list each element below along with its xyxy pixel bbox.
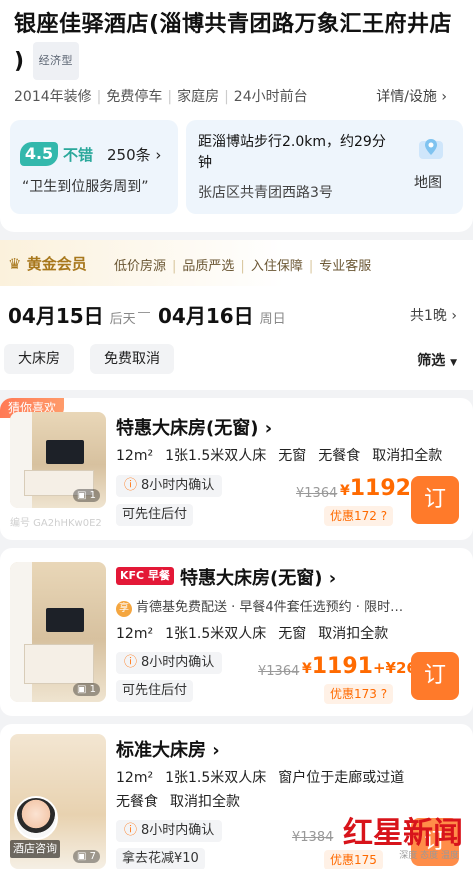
details-facilities-link[interactable]: 详情/设施 › [376, 86, 447, 106]
location-box[interactable]: 距淄博站步行2.0km，约29分钟 张店区共青团西路3号 地图 [186, 120, 463, 214]
help-icon: ? [380, 687, 388, 701]
chevron-right-icon: › [212, 740, 220, 761]
review-count: 250条 › [107, 146, 162, 164]
room-card[interactable]: ▣ 1 KFC 早餐 特惠大床房(无窗) › 享肯德基免费配送 · 早餐4件套任… [0, 548, 473, 716]
help-icon: ? [380, 509, 388, 523]
distance-text: 距淄博站步行2.0km，约29分钟 [198, 134, 386, 171]
book-button[interactable]: 订 [411, 652, 459, 700]
current-price: ¥1191+¥26 [302, 654, 417, 679]
rating-box[interactable]: 4.5 不错 250条 › “卫生到位服务周到” [10, 120, 178, 214]
photo-watermark: 编号 GA2hHKw0E2 [10, 518, 102, 529]
room-specs: 12m² 1张1.5米双人床 无窗 无餐食 取消扣全款 [116, 448, 443, 464]
chevron-right-icon: › [328, 568, 337, 589]
room-photo[interactable]: ▣ 1 [10, 412, 106, 508]
clock-icon: ⓘ [124, 655, 138, 670]
hotel-title: 银座佳驿酒店(淄博共青团路万象汇王府井店 ) 经济型 [14, 8, 469, 80]
logo-slogan: 深度 态度 温度 [399, 851, 459, 861]
benefit-item: 入住保障 [250, 259, 303, 274]
gift-icon: 享 [116, 601, 132, 617]
confirm-tag: ⓘ 8小时内确认 [116, 475, 223, 497]
benefit-item: 品质严选 [182, 259, 235, 274]
image-icon: ▣ [76, 490, 87, 501]
map-label[interactable]: 地图 [414, 172, 442, 192]
chevron-right-icon: › [264, 418, 273, 439]
red-star-news-logo: 红星新闻 [343, 816, 463, 851]
pay-later-tag: 可先住后付 [116, 680, 194, 702]
room-card[interactable]: 猜你喜欢 ▣ 1 编号 GA2hHKw0E2 特惠大床房(无窗) › 12m² 1… [0, 398, 473, 540]
photo-count: ▣ 7 [72, 850, 100, 863]
confirm-tag: ⓘ 8小时内确认 [116, 652, 223, 674]
filter-button[interactable]: 筛选 ▼ [417, 350, 457, 370]
chevron-right-icon: › [155, 146, 162, 164]
original-price: ¥1364 [258, 664, 300, 679]
original-price: ¥1384 [292, 830, 334, 845]
date-selector: 04月15日 后天 04月16日 周日 共1晚 › 大床房 免费取消 筛选 ▼ [0, 286, 473, 390]
room-name: 标准大床房 › [116, 740, 220, 761]
date-separator [138, 312, 150, 313]
clock-icon: ⓘ [124, 823, 138, 838]
hotel-info-card: 银座佳驿酒店(淄博共青团路万象汇王府井店 ) 经济型 2014年装修 | 免费停车 | 家… [0, 0, 473, 232]
facility-list: 2014年装修 | 免费停车 | 家庭房 | 24小时前台 [14, 89, 308, 105]
review-quote: “卫生到位服务周到” [22, 179, 149, 195]
benefit-item: 专业客服 [319, 259, 372, 274]
original-price: ¥1364 [296, 486, 338, 501]
room-photo[interactable]: ▣ 1 [10, 562, 106, 702]
economy-badge: 经济型 [32, 42, 80, 80]
filter-chip-king-bed[interactable]: 大床房 [4, 344, 74, 374]
discount-tag[interactable]: 优惠173 ? [324, 684, 394, 704]
room-specs: 12m² 1张1.5米双人床 无窗 取消扣全款 [116, 626, 389, 642]
facility-item: 24小时前台 [233, 89, 308, 105]
caret-down-icon: ▼ [450, 358, 457, 368]
huabei-discount-tag: 拿去花减¥10 [116, 848, 205, 869]
facility-item: 免费停车 [106, 89, 163, 105]
service-avatar[interactable] [14, 796, 58, 840]
rating-word: 不错 [63, 146, 94, 164]
room-specs: 12m² 1张1.5米双人床 窗户位于走廊或过道 [116, 770, 405, 786]
chevron-right-icon: › [451, 308, 457, 324]
book-button[interactable]: 订 [411, 476, 459, 524]
filter-chip-free-cancel[interactable]: 免费取消 [90, 344, 174, 374]
clock-icon: ⓘ [124, 478, 138, 493]
gold-benefits: 低价房源 | 品质严选 | 入住保障 | 专业客服 [114, 259, 372, 274]
gold-member-title: ♛ 黄金会员 [8, 255, 87, 273]
pay-later-tag: 可先住后付 [116, 504, 194, 526]
address-text: 张店区共青团西路3号 [198, 185, 333, 201]
benefit-item: 低价房源 [114, 259, 167, 274]
crown-icon: ♛ [8, 255, 22, 273]
chevron-right-icon: › [441, 89, 447, 105]
checkin-date[interactable]: 04月15日 后天 [8, 300, 136, 329]
nights-count[interactable]: 共1晚 › [410, 305, 457, 325]
room-name: 特惠大床房(无窗) › [116, 418, 273, 439]
kfc-breakfast-badge: KFC 早餐 [116, 567, 174, 585]
image-icon: ▣ [76, 851, 87, 862]
checkout-date[interactable]: 04月16日 周日 [158, 300, 286, 329]
rating-score: 4.5 [20, 142, 58, 166]
kfc-promo-line: 享肯德基免费配送 · 早餐4件套任选预约 · 限时… [116, 596, 456, 617]
facility-item: 家庭房 [177, 89, 220, 105]
image-icon: ▣ [76, 684, 87, 695]
photo-count: ▣ 1 [72, 489, 100, 502]
map-pin-icon [419, 139, 443, 159]
discount-tag[interactable]: 优惠172 ? [324, 506, 394, 526]
photo-count: ▣ 1 [72, 683, 100, 696]
discount-tag[interactable]: 优惠175 [324, 850, 383, 869]
room-specs-line2: 无餐食 取消扣全款 [116, 794, 240, 810]
room-name: 特惠大床房(无窗) › [180, 568, 337, 589]
gold-member-bar[interactable]: ♛ 黄金会员 低价房源 | 品质严选 | 入住保障 | 专业客服 [0, 240, 473, 286]
confirm-tag: ⓘ 8小时内确认 [116, 820, 223, 842]
facility-item: 2014年装修 [14, 89, 92, 105]
current-price: ¥1192 [340, 476, 411, 501]
hotel-consult-label[interactable]: 酒店咨询 [10, 840, 60, 858]
